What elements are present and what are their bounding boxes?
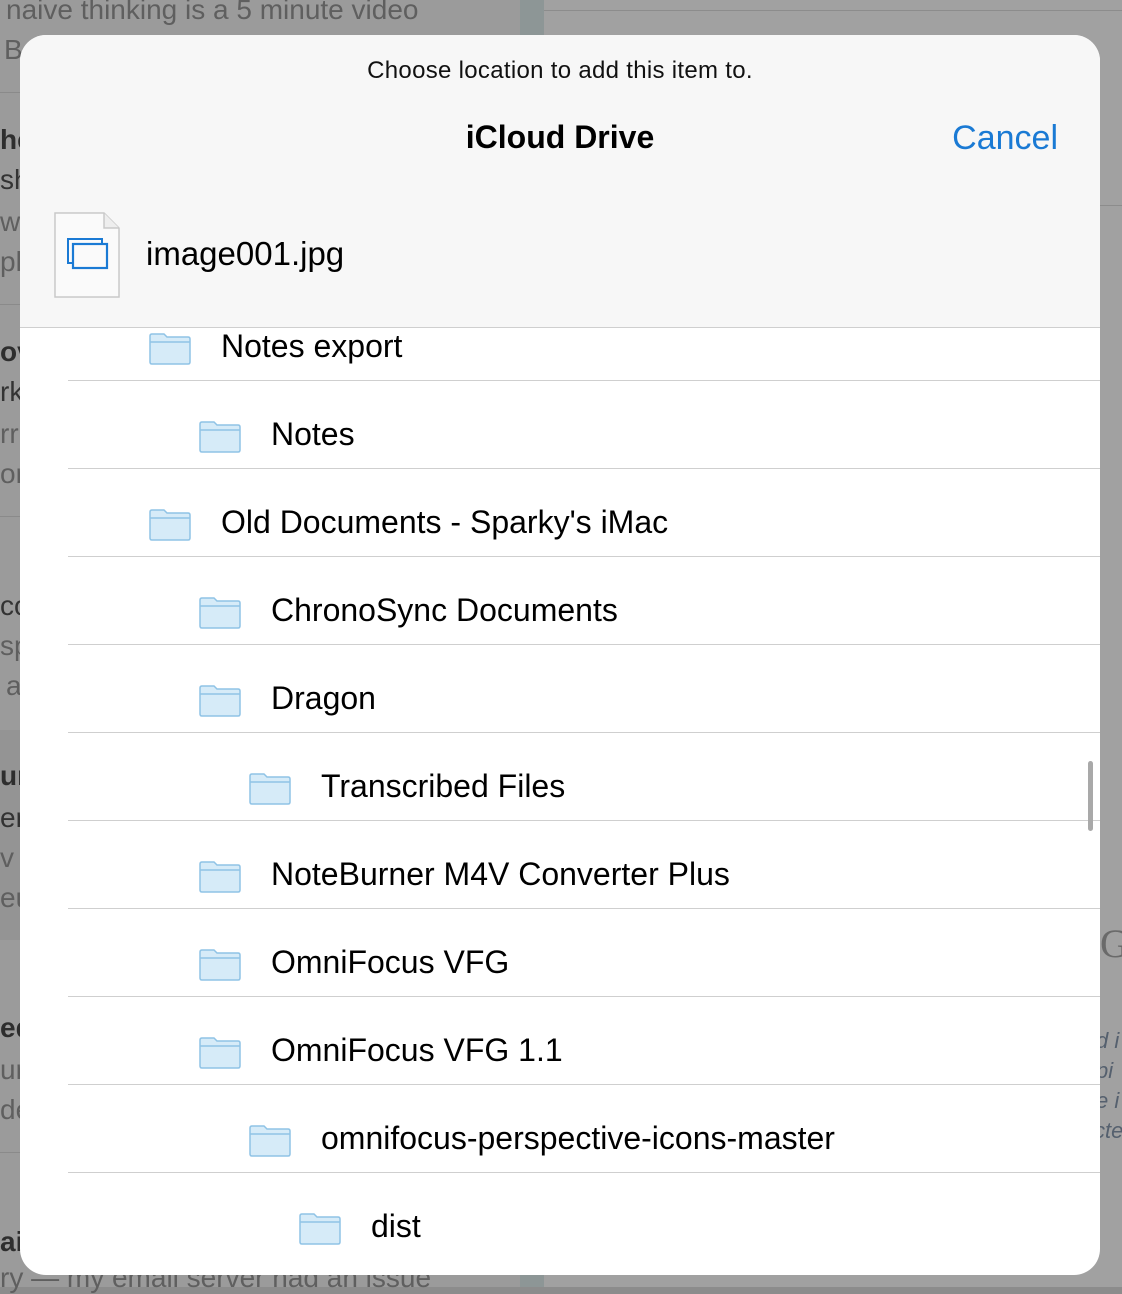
folder-row-chronosync[interactable]: ChronoSync Documents (20, 557, 1100, 645)
background-text: naive thinking is a 5 minute video (6, 0, 419, 25)
folder-label: Transcribed Files (321, 768, 566, 804)
folder-row-old-documents[interactable]: Old Documents - Sparky's iMac (20, 469, 1100, 557)
cancel-button[interactable]: Cancel (952, 119, 1058, 158)
folder-label: ChronoSync Documents (271, 592, 618, 628)
folder-label: Notes export (221, 328, 403, 364)
folder-icon (199, 859, 241, 893)
background-text: rr (0, 418, 19, 449)
folder-row-transcribed-files[interactable]: Transcribed Files (20, 733, 1100, 821)
folder-row-omnifocus-vfg-1-1[interactable]: OmniFocus VFG 1.1 (20, 997, 1100, 1085)
folder-row-dragon[interactable]: Dragon (20, 645, 1100, 733)
folder-row-noteburner[interactable]: NoteBurner M4V Converter Plus (20, 821, 1100, 909)
folder-label: NoteBurner M4V Converter Plus (271, 856, 730, 892)
folder-list[interactable]: Notes export Notes Old Documents - Spark… (20, 327, 1100, 1275)
folder-label: OmniFocus VFG (271, 944, 510, 980)
folder-row-notes[interactable]: Notes (20, 381, 1100, 469)
folder-icon (199, 595, 241, 629)
folder-icon (199, 419, 241, 453)
background-text: G (1100, 921, 1122, 966)
folder-row-dist[interactable]: dist (20, 1173, 1100, 1261)
folder-icon (199, 947, 241, 981)
folder-icon (249, 771, 291, 805)
folder-label: Notes (271, 416, 355, 452)
folder-row-omnifocus-vfg[interactable]: OmniFocus VFG (20, 909, 1100, 997)
folder-row-omnifocus-perspective-icons[interactable]: omnifocus-perspective-icons-master (20, 1085, 1100, 1173)
sheet-title: iCloud Drive (465, 119, 655, 155)
sheet-header: Choose location to add this item to. iCl… (20, 35, 1100, 328)
folder-label: OmniFocus VFG 1.1 (271, 1032, 563, 1068)
folder-label: dist (371, 1208, 421, 1244)
background-text: w (0, 206, 21, 237)
prompt-text: Choose location to add this item to. (367, 57, 753, 84)
folder-label: omnifocus-perspective-icons-master (321, 1120, 835, 1156)
folder-row-notes-export[interactable]: Notes export (20, 327, 1100, 381)
folder-label: Old Documents - Sparky's iMac (221, 504, 669, 540)
folder-icon (199, 683, 241, 717)
file-thumbnail-icon (54, 212, 120, 298)
scroll-indicator[interactable] (1088, 761, 1093, 831)
folder-label: Dragon (271, 680, 376, 716)
folder-icon (199, 1035, 241, 1069)
folder-icon (149, 331, 191, 365)
folder-icon (149, 507, 191, 541)
choose-location-sheet: Choose location to add this item to. iCl… (20, 35, 1100, 1275)
folder-icon (249, 1123, 291, 1157)
file-name: image001.jpg (146, 235, 345, 272)
folder-icon (299, 1211, 341, 1245)
